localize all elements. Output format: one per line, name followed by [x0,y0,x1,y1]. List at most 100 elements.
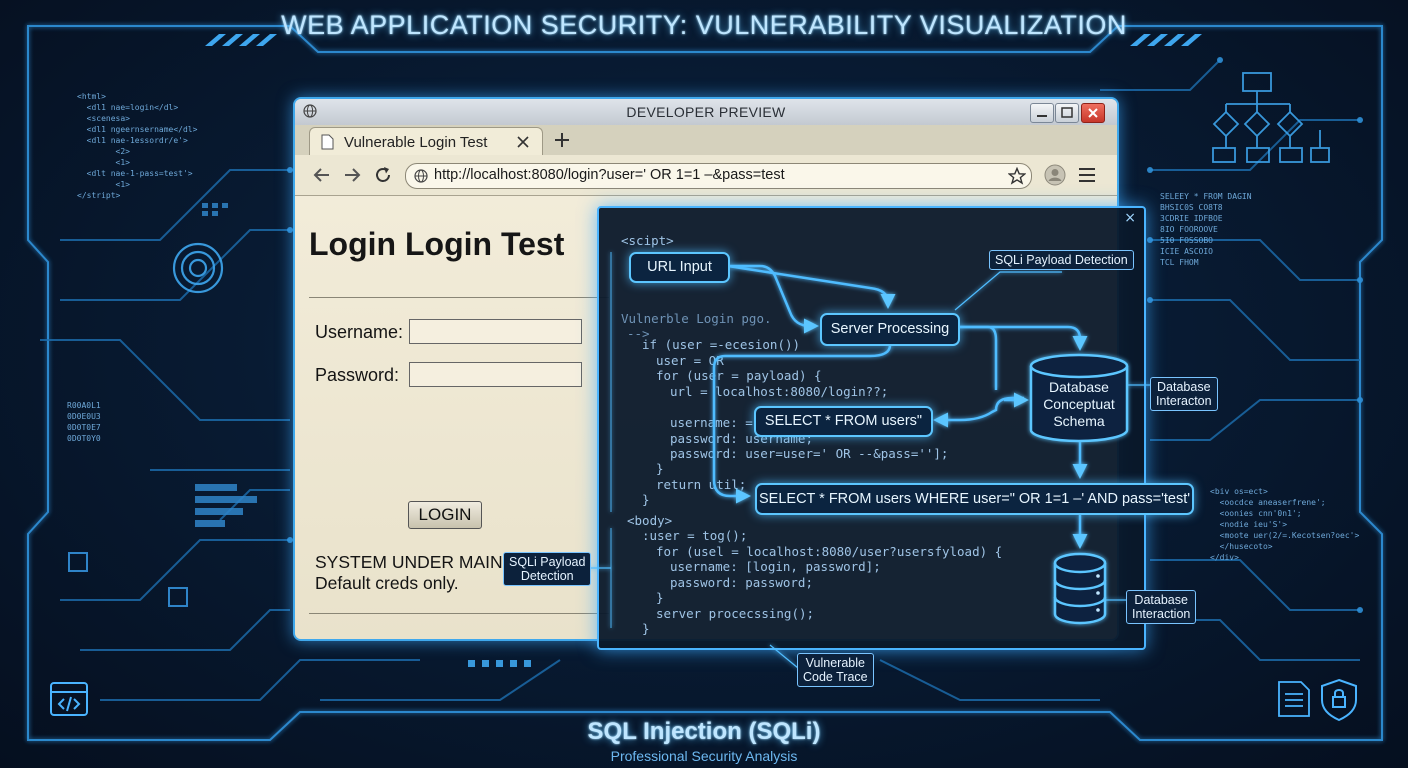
callout-database-interaction: Database Interacton [1150,377,1218,411]
profile-icon[interactable] [1044,164,1066,186]
footer-title: SQL Injection (SQLi) [587,718,821,745]
url-input-node: URL Input [629,252,730,283]
username-input[interactable] [409,319,582,344]
site-info-icon [414,169,428,183]
code-line: password: password; [670,575,813,590]
code-line: for (usel = localhost:8080/user?usersfyl… [656,544,1003,559]
username-label: Username: [315,322,404,342]
decor-code-line: <dl1 nae-1essordr/e'> [77,136,188,145]
decor-code-line: <dlt nae-1-pass=test'> [77,169,193,178]
tab-vulnerable-login[interactable]: Vulnerable Login Test [309,127,543,156]
password-label: Password: [315,365,400,385]
panel-close-icon[interactable]: × [1124,210,1136,226]
forward-arrow-icon[interactable] [343,167,361,183]
fingerprint-icon [172,242,224,294]
db-label-line: Schema [1053,413,1105,429]
decor-code-line: </div> [1210,553,1239,562]
decor-code-line: SELEEY * FROM DAGIN [1160,192,1252,201]
code-line: <body> [627,513,673,528]
decor-code-line: 8IO FOOROOVE [1160,225,1218,234]
page-icon [321,134,334,150]
decor-code-line: 0D0E0U3 [67,412,101,421]
callout-code-trace: Vulnerable Code Trace [797,653,874,687]
code-line: <scipt> [621,233,674,248]
code-line: } [656,590,664,605]
login-heading: Login Login Test [309,226,565,262]
visualization-canvas: WEB APPLICATION SECURITY: VULNERABILITY … [0,0,1408,768]
divider [309,613,609,614]
callout-line: Database [1134,593,1188,607]
decor-code-line: <dl1 nae=login</dl> [77,103,179,112]
decor-code-line: TCL FHOM [1160,258,1199,267]
code-line: if (user =-ecesion()) [642,337,801,352]
decor-code-line: R00A0L1 [67,401,101,410]
reload-icon[interactable] [374,166,392,184]
tab-close-icon[interactable] [517,136,529,148]
decor-code-line: <1> [77,158,130,167]
callout-line: Vulnerable [805,656,865,670]
code-line: password: user=user=' OR --&pass='']; [670,446,949,461]
callout-sqli-detection-left: SQLi Payload Detection [503,552,592,586]
shield-lock-icon [1321,678,1357,722]
decor-code-line: 5I0 FOSSOBO [1160,236,1213,245]
tab-bar: Vulnerable Login Test [295,125,1117,156]
new-tab-icon[interactable] [554,132,570,148]
decor-code-left: <html> <dl1 nae=login</dl> <scenesa> <dl… [77,91,197,201]
db-label-line: Conceptuat [1043,396,1115,412]
code-line: return util; [656,477,747,492]
decor-code-line: <biv os=ect> [1210,487,1268,496]
close-icon [1088,108,1098,118]
decor-code-line: <1> [77,180,130,189]
callout-line: Code Trace [803,670,868,684]
decor-code-line: <scenesa> [77,114,130,123]
code-window-icon [50,682,88,716]
decor-code-line: </stript> [77,191,121,200]
code-line: user = OR [656,353,724,368]
decor-code-line: BHSIC0S CO8T8 [1160,203,1223,212]
decor-code-line: ICIE ASCOIO [1160,247,1213,256]
decor-code-line: 0D0T0E7 [67,423,101,432]
divider [309,297,609,298]
minimize-button[interactable] [1030,103,1054,123]
minimize-icon [1037,115,1047,117]
document-icon [1278,681,1310,717]
db-label-line: Database [1049,379,1109,395]
server-processing-node: Server Processing [820,313,960,346]
code-line: for (user = payload) { [656,368,822,383]
code-line: username: [login, password]; [670,559,881,574]
decor-code-line: <2> [77,147,130,156]
code-line: :user = tog(); [642,528,748,543]
maximize-button[interactable] [1055,103,1079,123]
decor-code-line: 3CDRIE IDFBOE [1160,214,1223,223]
footer-subtitle: Professional Security Analysis [610,748,798,764]
callout-line: Database [1157,380,1211,394]
callout-line: Interaction [1132,607,1191,621]
window-titlebar[interactable]: DEVELOPER PREVIEW [295,99,1117,125]
address-bar[interactable]: http://localhost:8080/login?user=' OR 1=… [405,163,1032,189]
decor-code-line: <html> [77,92,106,101]
decor-code-line: <oocdce aneaserfrene'; [1210,498,1326,507]
menu-icon[interactable] [1078,167,1096,183]
tab-label: Vulnerable Login Test [344,134,488,151]
browser-toolbar: http://localhost:8080/login?user=' OR 1=… [295,155,1117,196]
login-button[interactable]: LOGIN [408,501,482,529]
maximize-icon [1061,107,1073,118]
url-text: http://localhost:8080/login?user=' OR 1=… [434,167,785,183]
callout-sqli-detection: SQLi Payload Detection [989,250,1134,270]
callout-database-interaction-lower: Database Interaction [1126,590,1197,624]
select-query-node: SELECT * FROM users" [754,406,933,437]
code-line: } [642,492,650,507]
close-window-button[interactable] [1081,103,1105,123]
decor-code-line: <moote uer(2/=.Kecotsen?oec'> [1210,531,1360,540]
code-line: } [642,621,650,636]
back-arrow-icon[interactable] [313,167,331,183]
code-line: url = localhost:8080/login??; [670,384,889,399]
code-line: username: = [670,415,753,430]
decor-code-line: <nodie ieu'S'> [1210,520,1288,529]
decor-code-right-lower: <biv os=ect> <oocdce aneaserfrene'; <oon… [1210,486,1359,563]
code-line: server procecssing(); [656,606,815,621]
decor-code-line: <oonies cnn'0n1'; [1210,509,1302,518]
password-input[interactable] [409,362,582,387]
star-icon[interactable] [1008,167,1026,185]
code-line: } [656,461,664,476]
